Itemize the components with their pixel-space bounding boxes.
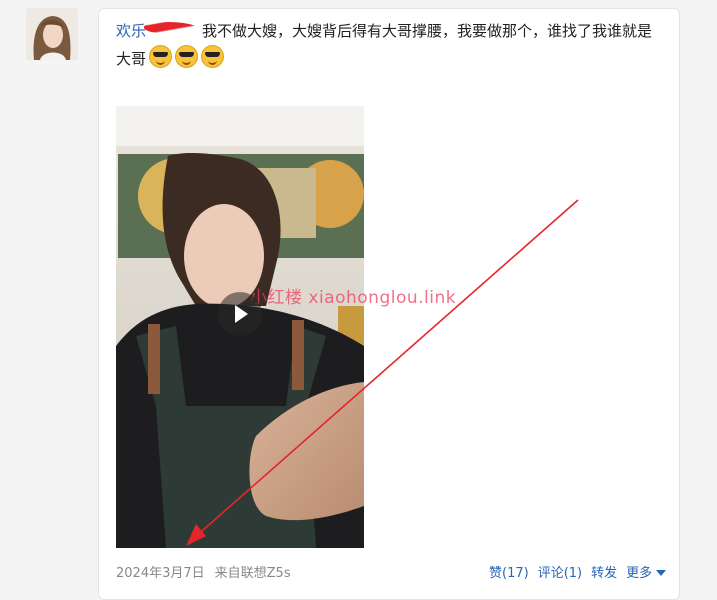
post-meta: 2024年3月7日 来自联想Z5s [116, 562, 291, 581]
repost-button[interactable]: 转发 [591, 566, 617, 581]
post-source: 来自联想Z5s [214, 566, 291, 581]
comment-button[interactable]: 评论(1) [538, 566, 582, 581]
post-actions: 赞(17) 评论(1) 转发 更多 [489, 562, 675, 581]
like-button[interactable]: 赞(17) [489, 566, 529, 581]
annotation-arrow-icon [186, 199, 579, 546]
more-button[interactable]: 更多 [626, 566, 667, 581]
post-date[interactable]: 2024年3月7日 [116, 566, 205, 581]
chevron-down-icon [656, 570, 667, 576]
more-label: 更多 [626, 566, 653, 581]
